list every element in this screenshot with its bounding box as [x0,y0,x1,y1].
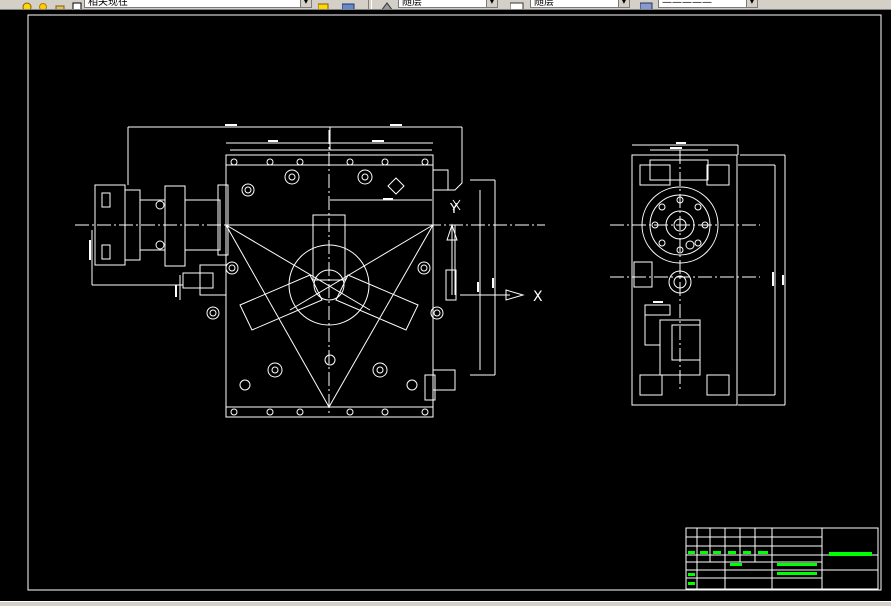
lineweight-icon[interactable] [639,0,653,9]
layer-combo-value: 相关现在 [88,0,128,8]
chevron-down-icon[interactable]: ▼ [618,0,629,7]
chevron-down-icon[interactable]: ▼ [486,0,497,7]
linetype-combo[interactable]: 随层 ▼ [530,0,630,8]
lock-icon[interactable] [55,0,65,9]
axis-x-label: X [533,289,543,305]
properties-toolbar: 相关现在 ▼ 随层 ▼ 随层 ▼ ————— ▼ [0,0,891,10]
front-dimensions [91,126,496,376]
title-block-green-text [688,551,872,585]
centerlines [75,130,760,415]
layer-combo[interactable]: 相关现在 ▼ [84,0,312,8]
color-combo[interactable]: 随层 ▼ [398,0,498,8]
side-dimension-labels [653,142,784,303]
side-view [631,144,786,406]
chevron-down-icon[interactable]: ▼ [746,0,757,7]
cad-drawing: X Y [27,14,882,591]
drawing-border [27,14,882,591]
lineweight-combo-value: ————— [662,0,712,8]
color-square-icon [72,0,82,9]
linetype-combo-value: 随层 [534,0,554,8]
title-block [685,527,879,590]
status-bar [0,601,891,606]
color-combo-value: 随层 [402,0,422,8]
linetype-icon[interactable] [509,0,524,9]
toolbar-separator [368,0,372,9]
layer-previous-icon[interactable] [341,0,355,9]
sun-icon[interactable] [38,0,48,9]
axis-y-label: Y [449,202,458,217]
color-control-icon[interactable] [380,0,393,9]
front-view [94,154,463,418]
lineweight-combo[interactable]: ————— ▼ [658,0,758,8]
make-layer-current-icon[interactable] [317,0,329,9]
lightbulb-icon[interactable] [22,0,32,9]
chevron-down-icon[interactable]: ▼ [300,0,311,7]
drawing-canvas[interactable]: X Y [0,10,891,601]
axis-indicator [446,199,525,301]
